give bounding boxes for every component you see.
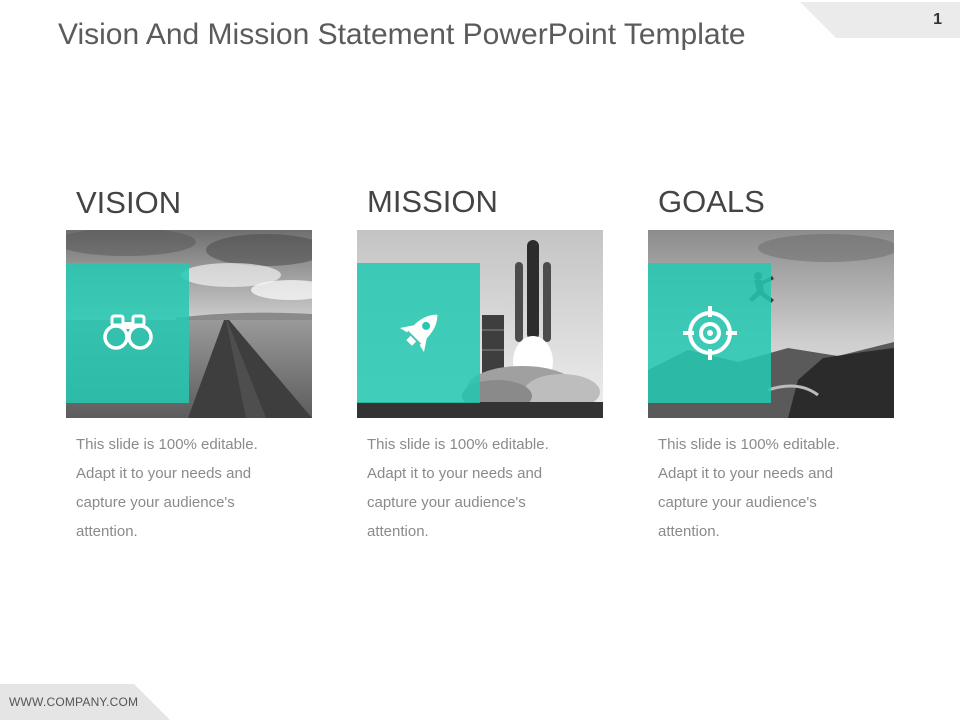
shuttle-launch-photo xyxy=(357,230,603,418)
mission-icon-box xyxy=(357,263,480,403)
cliff-jump-photo xyxy=(648,230,894,418)
vision-column: VISION This slide is 100% editable. Adap… xyxy=(66,0,312,720)
vision-body-text: This slide is 100% editable. Adapt it to… xyxy=(76,436,258,540)
page-number: 1 xyxy=(933,11,942,28)
goals-column: GOALS This slide is 100% editable. Adapt… xyxy=(648,0,894,720)
mission-heading: MISSION xyxy=(367,184,498,219)
country-road-photo xyxy=(66,230,312,418)
rocket-icon xyxy=(389,303,449,363)
goals-heading: GOALS xyxy=(658,184,765,219)
vision-icon-box xyxy=(66,263,189,403)
mission-column: MISSION This slide is 100% editable. Ada… xyxy=(357,0,603,720)
goals-icon-box xyxy=(648,263,771,403)
binoculars-icon xyxy=(98,303,158,363)
footer-tab: WWW.COMPANY.COM xyxy=(0,684,170,720)
goals-body-text: This slide is 100% editable. Adapt it to… xyxy=(658,436,840,540)
vision-heading: VISION xyxy=(76,185,182,220)
target-icon xyxy=(680,303,740,363)
mission-body-text: This slide is 100% editable. Adapt it to… xyxy=(367,436,549,540)
footer-website: WWW.COMPANY.COM xyxy=(9,695,139,709)
